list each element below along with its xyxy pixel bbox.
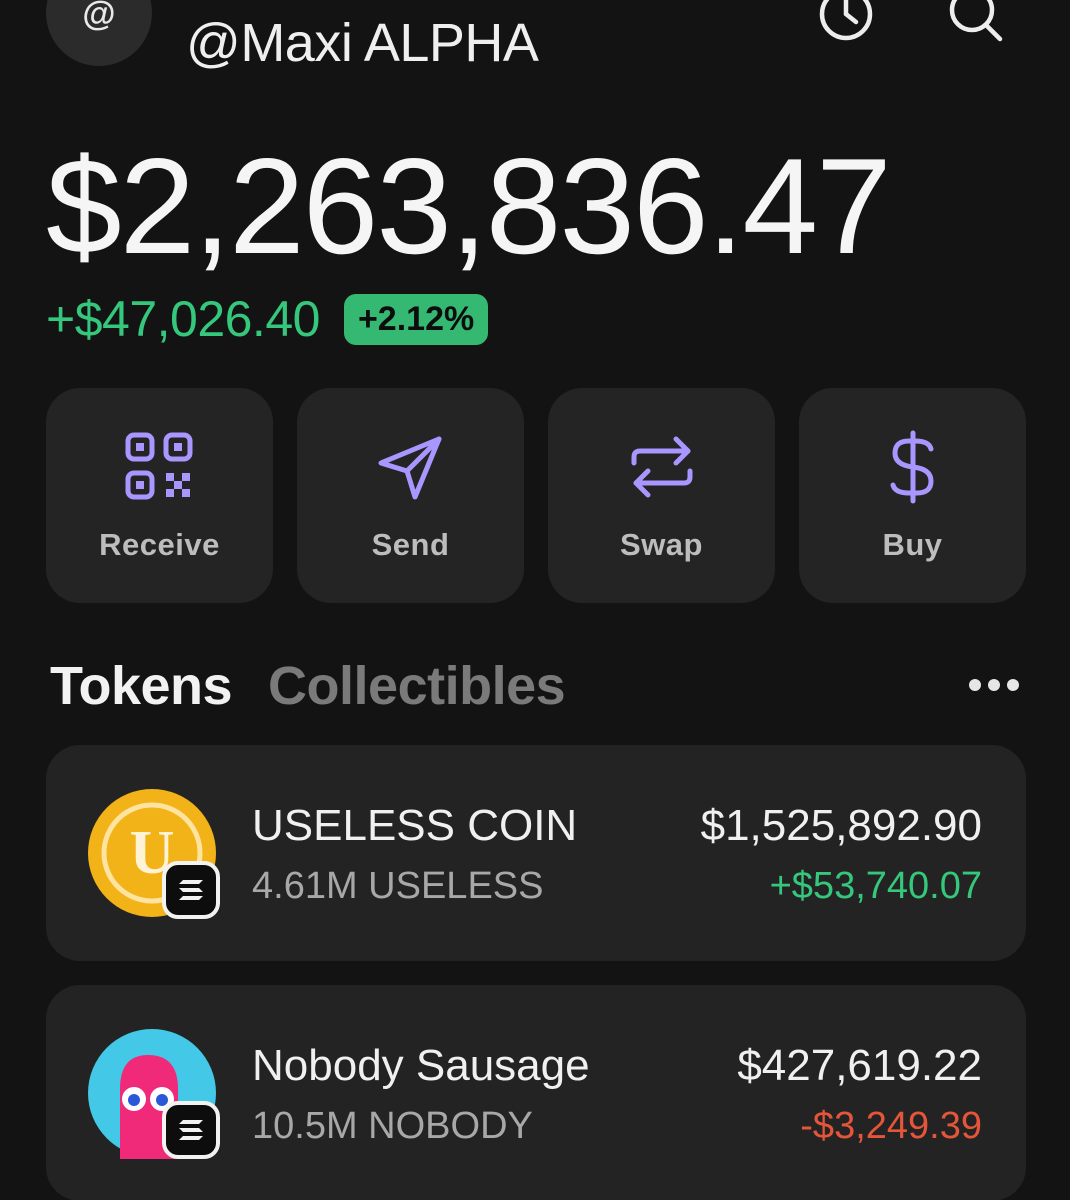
token-change: +$53,740.07 — [769, 865, 982, 907]
send-label: Send — [371, 526, 450, 562]
token-change: -$3,249.39 — [800, 1105, 982, 1147]
token-amount: 10.5M NOBODY — [252, 1105, 533, 1147]
send-icon — [373, 429, 449, 505]
avatar-glyph: @ — [82, 0, 116, 33]
token-row[interactable]: Nobody Sausage 10.5M NOBODY $427,619.22 … — [46, 985, 1026, 1200]
balance-change-percent-badge: +2.12% — [343, 293, 489, 345]
buy-button[interactable]: Buy — [799, 388, 1026, 603]
token-value: $1,525,892.90 — [700, 801, 982, 850]
token-row[interactable]: U USELESS COIN 4.61M USELESS $1,525,892.… — [46, 745, 1026, 961]
action-buttons: Receive Send Swap Buy — [46, 388, 1026, 603]
tab-collectibles[interactable]: Collectibles — [268, 655, 566, 717]
balance-change-amount: +$47,026.40 — [46, 291, 320, 347]
swap-button[interactable]: Swap — [548, 388, 775, 603]
dollar-icon — [875, 429, 951, 505]
receive-label: Receive — [99, 526, 220, 562]
tab-tokens[interactable]: Tokens — [50, 655, 233, 717]
token-value: $427,619.22 — [737, 1041, 982, 1090]
account-name[interactable]: @Maxi ALPHA — [186, 12, 539, 74]
clock-icon[interactable] — [814, 0, 878, 50]
swap-icon — [624, 429, 700, 505]
buy-label: Buy — [882, 526, 943, 562]
token-amount: 4.61M USELESS — [252, 865, 544, 907]
more-options-icon[interactable] — [966, 676, 1022, 694]
token-name: Nobody Sausage — [252, 1041, 590, 1090]
solana-icon — [162, 1101, 220, 1159]
total-balance: $2,263,836.47 — [46, 130, 892, 282]
send-button[interactable]: Send — [297, 388, 524, 603]
balance-change: +$47,026.40 +2.12% — [46, 290, 489, 348]
asset-tabs: Tokens Collectibles — [50, 655, 566, 717]
wallet-screen: @ @Maxi ALPHA $2,263,836.47 +$47,026.40 … — [0, 0, 1070, 1200]
solana-icon — [162, 861, 220, 919]
search-icon[interactable] — [944, 0, 1008, 50]
swap-label: Swap — [620, 526, 703, 562]
qr-code-icon — [122, 429, 198, 505]
receive-button[interactable]: Receive — [46, 388, 273, 603]
token-name: USELESS COIN — [252, 801, 578, 850]
avatar[interactable]: @ — [46, 0, 152, 66]
